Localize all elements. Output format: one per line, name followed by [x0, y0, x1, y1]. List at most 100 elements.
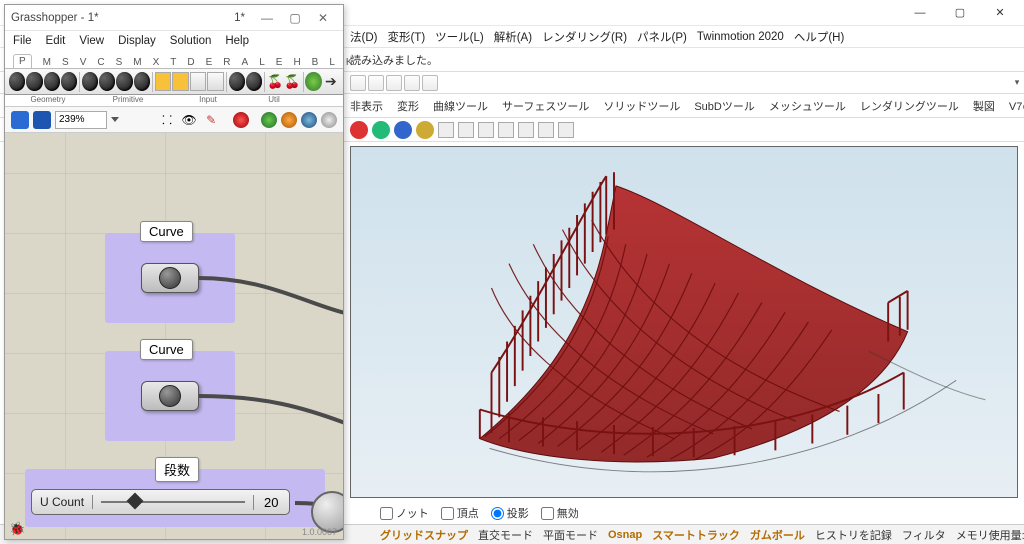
ribbon-orb-icon[interactable]: [82, 72, 98, 91]
gh-tab[interactable]: E: [206, 57, 213, 68]
gh-tab[interactable]: P: [13, 54, 32, 68]
gh-curve-param[interactable]: [141, 263, 199, 293]
rhino-menu-item[interactable]: レンダリング(R): [542, 29, 627, 45]
slider-value[interactable]: 20: [253, 495, 288, 510]
rhino-tab[interactable]: レンダリングツール: [860, 98, 959, 114]
rhino-close-button[interactable]: ✕: [980, 1, 1020, 25]
cherry-icon[interactable]: 🍒: [284, 72, 300, 91]
gh-scribble-label[interactable]: 段数: [155, 457, 199, 482]
eye-icon[interactable]: 👁: [180, 111, 198, 129]
rhino-viewport-perspective[interactable]: [350, 146, 1018, 498]
slider-knob[interactable]: [127, 493, 144, 510]
ribbon-button[interactable]: [172, 72, 189, 91]
rhino-menu-item[interactable]: ヘルプ(H): [794, 29, 844, 45]
cherry-icon[interactable]: 🍒: [267, 72, 283, 91]
rhino-menu-item[interactable]: パネル(P): [637, 29, 687, 45]
rhino-tab[interactable]: V7の新機能: [1009, 98, 1024, 114]
slider-track[interactable]: [93, 489, 253, 515]
gh-tab[interactable]: D: [187, 57, 194, 68]
selection-icon[interactable]: ⸬: [158, 111, 176, 129]
toolbar-button[interactable]: [498, 122, 514, 138]
gh-tab[interactable]: S: [62, 57, 69, 68]
save-file-icon[interactable]: [33, 111, 51, 129]
open-file-icon[interactable]: [11, 111, 29, 129]
dropdown-icon[interactable]: ▾: [1010, 76, 1024, 90]
ribbon-orb-icon[interactable]: [44, 72, 60, 91]
gh-tab[interactable]: M: [133, 57, 141, 68]
shade-mode-icon[interactable]: [350, 121, 368, 139]
toolbar-button[interactable]: [558, 122, 574, 138]
toolbar-button[interactable]: [478, 122, 494, 138]
gh-tab[interactable]: X: [153, 57, 160, 68]
shade-orb-icon[interactable]: [321, 112, 337, 128]
green-orb-icon[interactable]: [305, 72, 321, 91]
shade-mode-icon[interactable]: [416, 121, 434, 139]
shade-mode-icon[interactable]: [394, 121, 412, 139]
rhino-tab[interactable]: SubDツール: [694, 98, 755, 114]
gh-canvas-toolbar[interactable]: ⸬ 👁 ✎: [5, 107, 343, 133]
gh-tab[interactable]: V: [80, 57, 87, 68]
gh-tab[interactable]: M: [43, 57, 51, 68]
status-gridsnap[interactable]: グリッドスナップ: [380, 527, 468, 543]
gh-tab[interactable]: L: [259, 57, 265, 68]
rhino-tab[interactable]: メッシュツール: [769, 98, 846, 114]
rhino-tab[interactable]: ソリッドツール: [603, 98, 680, 114]
toolbar-button[interactable]: [458, 122, 474, 138]
status-filter[interactable]: フィルタ: [902, 527, 946, 543]
gh-tab[interactable]: L: [329, 57, 335, 68]
gh-canvas[interactable]: Curve Curve 段数 U Count 20 1.0.0007 🐞: [5, 133, 343, 539]
gh-tab[interactable]: E: [276, 57, 283, 68]
osnap-knot[interactable]: ノット: [380, 505, 429, 521]
ribbon-button[interactable]: [155, 72, 172, 91]
gh-curve-param[interactable]: [141, 381, 199, 411]
gh-ribbon[interactable]: 🍒 🍒 ➔: [5, 69, 343, 95]
gh-tab[interactable]: K: [346, 57, 353, 68]
gh-component-tabs[interactable]: P M S V C S M X T D E R A L E H B L K: [5, 51, 343, 69]
rhino-tab[interactable]: 製図: [973, 98, 995, 114]
gh-menu-solution[interactable]: Solution: [170, 35, 212, 47]
rhino-menu-item[interactable]: 変形(T): [387, 29, 425, 45]
rhino-maximize-button[interactable]: ▢: [940, 1, 980, 25]
sketch-icon[interactable]: ✎: [202, 111, 220, 129]
ribbon-orb-icon[interactable]: [9, 72, 25, 91]
gh-close-button[interactable]: ✕: [309, 9, 337, 27]
toolbar-button[interactable]: [438, 122, 454, 138]
gh-tab[interactable]: T: [170, 57, 176, 68]
shade-orb-icon[interactable]: [301, 112, 317, 128]
gh-menu-edit[interactable]: Edit: [46, 35, 66, 47]
preview-orb-icon[interactable]: [233, 112, 249, 128]
gh-menubar[interactable]: File Edit View Display Solution Help: [5, 31, 343, 51]
rhino-menu-item[interactable]: 法(D): [350, 29, 377, 45]
toolbar-button[interactable]: [538, 122, 554, 138]
toolbar-button[interactable]: [422, 75, 438, 91]
gh-titlebar[interactable]: Grasshopper - 1* 1* — ▢ ✕: [5, 5, 343, 31]
ribbon-button[interactable]: [190, 72, 207, 91]
rhino-tab[interactable]: サーフェスツール: [502, 98, 589, 114]
status-ortho[interactable]: 直交モード: [478, 527, 533, 543]
ribbon-orb-icon[interactable]: [99, 72, 115, 91]
ribbon-orb-icon[interactable]: [134, 72, 150, 91]
gh-menu-view[interactable]: View: [79, 35, 104, 47]
gh-tab[interactable]: C: [97, 57, 104, 68]
gh-minimize-button[interactable]: —: [253, 9, 281, 27]
zoom-input[interactable]: [55, 111, 107, 129]
rhino-tab[interactable]: 曲線ツール: [433, 98, 488, 114]
osnap-vertex[interactable]: 頂点: [441, 505, 479, 521]
status-planar[interactable]: 平面モード: [543, 527, 598, 543]
status-osnap[interactable]: Osnap: [608, 529, 642, 541]
gh-number-slider[interactable]: U Count 20: [31, 489, 290, 515]
rhino-minimize-button[interactable]: —: [900, 1, 940, 25]
status-smarttrack[interactable]: スマートトラック: [652, 527, 740, 543]
gh-markov-icon[interactable]: 🐞: [9, 521, 25, 537]
dropdown-icon[interactable]: [111, 117, 119, 122]
ribbon-orb-icon[interactable]: [26, 72, 42, 91]
gh-menu-display[interactable]: Display: [118, 35, 156, 47]
toolbar-button[interactable]: [350, 75, 366, 91]
ribbon-orb-icon[interactable]: [116, 72, 132, 91]
gh-menu-help[interactable]: Help: [225, 35, 249, 47]
ribbon-orb-icon[interactable]: [229, 72, 245, 91]
rhino-menu-item[interactable]: Twinmotion 2020: [697, 31, 784, 43]
rhino-menu-item[interactable]: 解析(A): [494, 29, 532, 45]
grasshopper-window[interactable]: Grasshopper - 1* 1* — ▢ ✕ File Edit View…: [4, 4, 344, 540]
rhino-tab[interactable]: 非表示: [350, 98, 383, 114]
